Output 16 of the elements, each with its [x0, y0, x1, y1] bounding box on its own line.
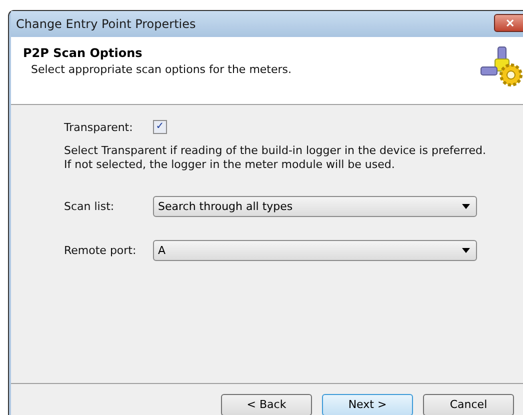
- dialog-button[interactable]: < Back: [221, 394, 312, 415]
- pipe-gear-icon: [479, 45, 523, 89]
- dropdown[interactable]: A: [153, 240, 477, 261]
- help-text: Select Transparent if reading of the build-in logger in the device is preferred. If not selected, the logger in the meter module will be used.: [64, 144, 487, 172]
- field-label: Remote port:: [64, 244, 138, 257]
- page-title: P2P Scan Options: [23, 46, 144, 60]
- window-title: Change Entry Point Properties: [16, 17, 196, 31]
- dialog-button[interactable]: Cancel: [423, 394, 514, 415]
- caret-icon: [462, 248, 470, 253]
- dropdown[interactable]: Search through all types: [153, 196, 477, 217]
- field-label: Scan list:: [64, 200, 116, 213]
- transparent-checkbox[interactable]: ✓: [153, 120, 167, 134]
- dialog-button[interactable]: Next >: [322, 394, 413, 415]
- page-subtitle: Select appropriate scan options for the meters.: [31, 63, 292, 76]
- caret-icon: [462, 204, 470, 209]
- transparent-label: Transparent:: [64, 120, 134, 134]
